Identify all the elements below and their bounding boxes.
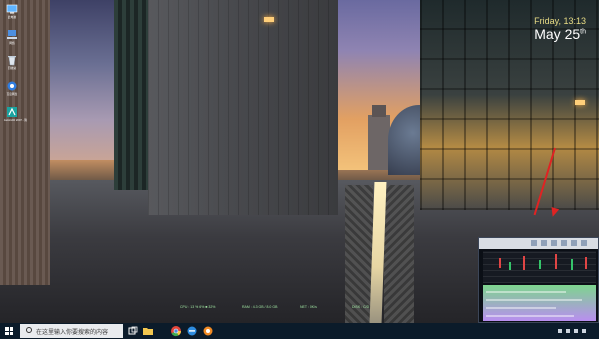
clock-month: May	[534, 26, 561, 42]
wallpaper-lamp	[264, 17, 274, 22]
desktop-icon-computer[interactable]: 此电脑	[3, 3, 21, 19]
taskbar-search-box[interactable]: 在这里输入你要搜索的内容	[20, 324, 123, 338]
clock-date: May 25th	[534, 26, 586, 42]
thumbnail-lower-pane	[483, 285, 596, 321]
tray-icon[interactable]	[582, 329, 586, 333]
wallpaper-stones-right	[384, 185, 414, 323]
toolbar-icon	[571, 240, 577, 246]
search-placeholder: 在这里输入你要搜索的内容	[36, 330, 109, 336]
clock-day-suffix: th	[580, 28, 586, 36]
sysmon-item: RAM : 4.3 GB / 8.0 GB	[242, 305, 278, 309]
wallpaper-tower	[368, 105, 390, 170]
candle-mark	[555, 254, 557, 269]
toolbar-icon	[551, 240, 557, 246]
sysmon-item: NET : 0K/s	[300, 305, 317, 309]
system-monitor-strip: CPU : 13 % 6% ■ 32% RAM : 4.3 GB / 8.0 G…	[180, 304, 420, 312]
wallpaper-lamp	[575, 100, 585, 105]
wallpaper-building-main-lines	[148, 0, 338, 215]
desktop-wallpaper: 此电脑 网络 回收站 百度网盘 AutoCAD 2007 - 简 Friday,…	[0, 0, 599, 323]
toolbar-icon	[561, 240, 567, 246]
system-tray[interactable]	[556, 326, 596, 336]
candle-mark	[539, 260, 541, 269]
start-button[interactable]	[0, 323, 20, 339]
desktop-icon-label: 回收站	[7, 66, 17, 70]
sysmon-item: CPU : 13 % 6% ■ 32%	[180, 305, 216, 309]
toolbar-icon	[531, 240, 537, 246]
search-icon	[26, 327, 32, 333]
pane-row	[486, 307, 556, 309]
file-explorer-icon[interactable]	[142, 325, 154, 337]
pane-row	[486, 299, 582, 301]
window-thumbnail-preview[interactable]	[478, 237, 599, 323]
candle-mark	[523, 256, 525, 270]
taskbar: 在这里输入你要搜索的内容	[0, 323, 599, 339]
chrome-icon[interactable]	[170, 325, 182, 337]
pane-row	[486, 315, 574, 317]
desktop-icon-label: AutoCAD 2007 - 简	[3, 118, 28, 122]
desktop-icon-label: 此电脑	[7, 15, 17, 19]
tray-icon[interactable]	[558, 329, 562, 333]
ie-browser-icon[interactable]	[186, 325, 198, 337]
desktop-icon-label: 百度网盘	[6, 92, 18, 96]
toolbar-icon	[581, 240, 587, 246]
tray-icon[interactable]	[574, 329, 578, 333]
desktop-icon-label: 网络	[9, 41, 15, 45]
task-view-icon[interactable]	[127, 325, 139, 337]
windows-logo-icon	[5, 327, 13, 335]
candle-mark	[509, 262, 511, 270]
tray-icon[interactable]	[566, 329, 570, 333]
desktop-icon-cloud-drive[interactable]: 百度网盘	[3, 80, 21, 96]
sysmon-item: DISK : C/D	[352, 305, 370, 309]
qq-browser-icon[interactable]	[202, 325, 214, 337]
candle-mark	[571, 259, 573, 270]
wallpaper-stones-left	[345, 185, 373, 323]
pane-row	[486, 291, 566, 293]
desktop-icon-autocad[interactable]: AutoCAD 2007 - 简	[3, 106, 28, 122]
desktop-icon-recycle-bin[interactable]: 回收站	[3, 54, 21, 70]
clock-day: 25	[564, 26, 581, 42]
network-icon	[7, 30, 17, 39]
clock-day-time: Friday, 13:13	[534, 16, 586, 26]
wallpaper-sky-left	[48, 0, 116, 160]
recycle-bin-icon	[8, 56, 16, 66]
desktop-icon-network[interactable]: 网络	[3, 29, 21, 45]
autocad-icon	[7, 107, 17, 117]
candle-mark	[585, 257, 587, 269]
clock-widget: Friday, 13:13 May 25th	[500, 16, 586, 46]
computer-icon	[6, 4, 18, 14]
cloud-drive-icon	[7, 81, 17, 91]
toolbar-icon	[541, 240, 547, 246]
thumbnail-toolbar	[479, 238, 598, 249]
wallpaper-building-glass	[114, 0, 150, 190]
candle-mark	[499, 258, 501, 268]
